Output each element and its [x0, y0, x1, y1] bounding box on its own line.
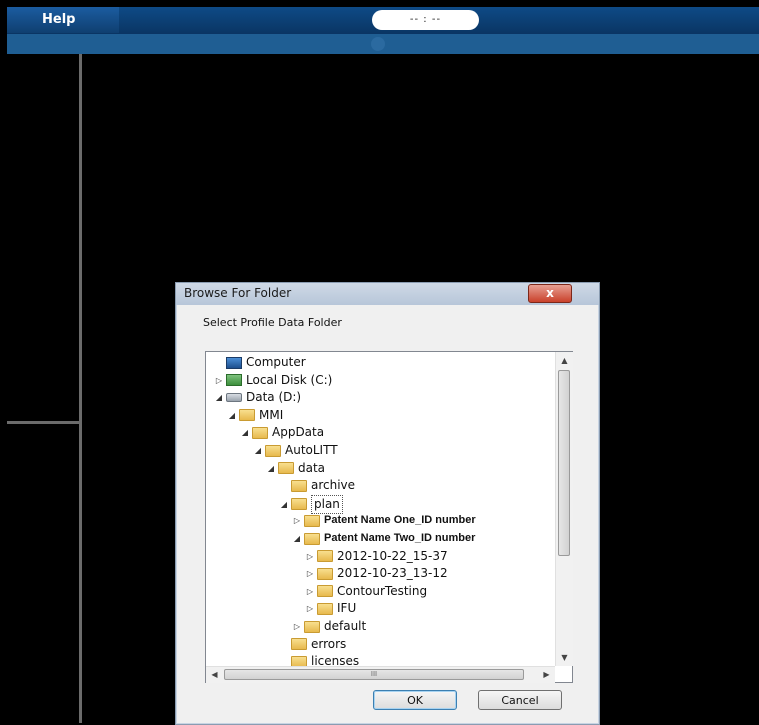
tree-item[interactable]: ◢ MMI	[227, 407, 283, 424]
tree-item-label: AppData	[272, 425, 325, 440]
browse-for-folder-dialog: Browse For Folder x Select Profile Data …	[175, 282, 600, 725]
dialog-title: Browse For Folder	[184, 286, 292, 300]
expand-arrow-icon[interactable]: ▷	[214, 372, 224, 389]
computer-icon	[226, 356, 242, 369]
folder-icon	[291, 655, 307, 666]
folder-icon	[252, 426, 268, 439]
collapse-arrow-icon[interactable]: ◢	[240, 424, 250, 441]
tree-item-label: plan	[311, 494, 343, 514]
expand-arrow-icon[interactable]: ▷	[305, 583, 315, 600]
folder-icon	[265, 444, 281, 457]
tree-item[interactable]: ▷ Patent Name One_ID number	[292, 512, 476, 529]
tree-item[interactable]: licenses	[279, 653, 359, 666]
folder-icon	[278, 462, 294, 475]
tree-item[interactable]: ▷ ContourTesting	[305, 583, 427, 600]
folder-icon	[317, 585, 333, 598]
horizontal-scrollbar[interactable]: ◀ III ▶	[206, 666, 555, 683]
folder-icon	[304, 620, 320, 633]
collapse-arrow-icon[interactable]: ◢	[227, 407, 237, 424]
tree-item-label: AutoLITT	[285, 443, 338, 457]
dialog-prompt: Select Profile Data Folder	[203, 316, 342, 329]
folder-tree-rows: Computer ▷ Local Disk (C:) ◢ Data (D:) ◢ MMI ◢ A…	[206, 352, 555, 666]
tree-item[interactable]: ▷ IFU	[305, 600, 356, 617]
folder-icon	[291, 638, 307, 651]
help-menu[interactable]: Help	[42, 12, 75, 27]
tree-item[interactable]: Computer	[214, 354, 306, 371]
folder-icon	[317, 567, 333, 580]
tree-item-label: MMI	[259, 407, 284, 422]
tree-item[interactable]: ▷ 2012-10-23_13-12	[305, 565, 448, 582]
folder-icon	[317, 602, 333, 615]
tree-item-label: Computer	[246, 355, 306, 369]
tree-item[interactable]: ◢ Data (D:)	[214, 389, 301, 406]
expand-arrow-icon[interactable]: ▷	[292, 512, 302, 529]
collapse-arrow-icon[interactable]: ◢	[279, 496, 289, 513]
tree-item[interactable]: archive	[279, 477, 355, 494]
collapse-arrow-icon[interactable]: ◢	[292, 530, 302, 547]
scroll-down-icon[interactable]: ▼	[556, 649, 573, 666]
tree-item[interactable]: ◢ Patent Name Two_ID number	[292, 530, 475, 547]
folder-tree[interactable]: Computer ▷ Local Disk (C:) ◢ Data (D:) ◢ MMI ◢ A…	[205, 351, 573, 683]
tree-item-label: default	[324, 619, 367, 633]
vertical-scroll-thumb[interactable]	[558, 370, 570, 556]
tree-item-label: Patent Name One_ID number	[324, 514, 476, 527]
tree-item[interactable]: ▷ Local Disk (C:)	[214, 372, 332, 389]
dialog-titlebar[interactable]: Browse For Folder x	[176, 283, 599, 305]
drive-icon	[226, 393, 242, 403]
tree-item-label: 2012-10-22_15-37	[337, 548, 448, 563]
tree-item[interactable]: ▷ 2012-10-22_15-37	[305, 548, 448, 565]
horizontal-scroll-thumb[interactable]: III	[224, 669, 524, 680]
ok-button[interactable]: OK	[373, 690, 457, 710]
scroll-right-icon[interactable]: ▶	[538, 667, 555, 683]
tree-item-label: 2012-10-23_13-12	[337, 566, 448, 581]
tree-item-label: licenses	[311, 654, 360, 666]
folder-icon	[317, 550, 333, 563]
expand-arrow-icon[interactable]: ▷	[305, 600, 315, 617]
pane-divider-vertical[interactable]	[79, 54, 82, 723]
scroll-left-icon[interactable]: ◀	[206, 667, 223, 683]
tree-item-label: ContourTesting	[337, 583, 428, 598]
folder-icon	[304, 532, 320, 545]
tree-item[interactable]: ▷ default	[292, 618, 366, 635]
time-display: -- : --	[372, 10, 479, 30]
tree-item-label: data	[298, 460, 326, 475]
tree-item-label: Local Disk (C:)	[246, 372, 333, 387]
pane-divider-horizontal[interactable]	[7, 421, 80, 424]
top-toolbar: Help -- : --	[7, 7, 759, 54]
tree-item-label: archive	[311, 478, 356, 493]
tree-item-label: IFU	[337, 601, 357, 616]
tree-item-label: Data (D:)	[246, 390, 302, 405]
vertical-scrollbar[interactable]: ▲ ▼	[555, 352, 573, 666]
folder-icon	[291, 479, 307, 492]
expand-arrow-icon[interactable]: ▷	[305, 565, 315, 582]
tree-item[interactable]: ◢ plan	[279, 494, 343, 514]
folder-icon	[304, 514, 320, 527]
expand-arrow-icon[interactable]: ▷	[305, 548, 315, 565]
folder-icon	[291, 498, 307, 511]
tree-item[interactable]: errors	[279, 636, 346, 653]
folder-icon	[239, 409, 255, 422]
tree-item[interactable]: ◢ data	[266, 460, 325, 477]
local-disk-icon	[226, 374, 242, 387]
close-button[interactable]: x	[528, 284, 572, 303]
tree-item[interactable]: ◢ AutoLITT	[253, 442, 338, 459]
collapse-arrow-icon[interactable]: ◢	[253, 442, 263, 459]
tree-item-label: Patent Name Two_ID number	[324, 532, 476, 544]
collapse-arrow-icon[interactable]: ◢	[214, 389, 224, 406]
collapse-arrow-icon[interactable]: ◢	[266, 460, 276, 477]
toolbar-header: Help -- : --	[7, 7, 759, 34]
cancel-button[interactable]: Cancel	[478, 690, 562, 710]
indicator-dot-icon	[371, 37, 385, 51]
tree-item[interactable]: ◢ AppData	[240, 424, 324, 441]
tree-item-label: errors	[311, 636, 347, 651]
expand-arrow-icon[interactable]: ▷	[292, 618, 302, 635]
scroll-up-icon[interactable]: ▲	[556, 352, 573, 369]
